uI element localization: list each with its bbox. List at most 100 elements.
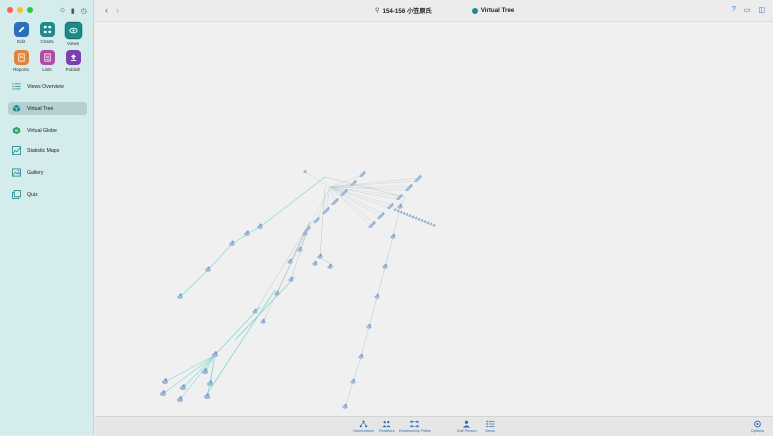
person-node[interactable] xyxy=(409,183,413,188)
forward-arrow-icon[interactable]: › xyxy=(116,5,119,15)
edit-person-button[interactable]: Edit Person xyxy=(457,420,477,433)
person-node[interactable] xyxy=(350,378,356,384)
folder-icon[interactable]: ▭ xyxy=(744,6,751,14)
person-node[interactable] xyxy=(353,179,357,184)
person-node[interactable] xyxy=(177,293,183,299)
tree-edge xyxy=(319,186,326,258)
tree-edge xyxy=(368,296,378,328)
person-node[interactable] xyxy=(203,393,211,400)
mode-reports-button[interactable]: Reports xyxy=(9,50,33,72)
mode-views-button[interactable]: Views xyxy=(61,22,85,46)
person-node[interactable] xyxy=(423,220,427,223)
person-node[interactable] xyxy=(362,170,366,175)
tree-edge xyxy=(289,221,311,263)
nav-item-label: Virtual Globe xyxy=(27,127,57,134)
person-node[interactable] xyxy=(317,253,323,259)
person-node[interactable] xyxy=(257,223,263,229)
person-node[interactable] xyxy=(274,290,280,296)
person-node[interactable] xyxy=(287,258,293,264)
person-node[interactable] xyxy=(161,378,169,385)
mode-lists-button[interactable]: Lists xyxy=(35,50,59,72)
virtual-tree-canvas[interactable] xyxy=(95,22,773,416)
views-navigation: Views Overview Virtual Tree Virtual Glob… xyxy=(8,80,87,208)
tag-icon[interactable]: ⬦ xyxy=(60,7,65,15)
person-node[interactable] xyxy=(312,260,318,266)
person-node[interactable] xyxy=(432,223,436,227)
person-node[interactable] xyxy=(260,318,266,324)
person-node[interactable] xyxy=(229,240,235,246)
nav-item-label: Virtual Tree xyxy=(27,105,54,112)
mode-charts-button[interactable]: Charts xyxy=(35,22,59,46)
person-node[interactable] xyxy=(366,323,372,329)
generations-button[interactable]: Generations xyxy=(353,420,374,433)
person-node[interactable] xyxy=(344,188,348,193)
tree-edge xyxy=(352,356,362,383)
sidebar-toggle-icon[interactable]: ◫ xyxy=(758,6,765,14)
person-node[interactable] xyxy=(420,219,424,222)
relatives-button[interactable]: Relatives xyxy=(379,420,395,433)
tree-edge xyxy=(316,186,331,221)
person-node[interactable] xyxy=(399,210,403,214)
view-icon xyxy=(471,7,478,14)
person-node[interactable] xyxy=(335,197,339,202)
person-node[interactable] xyxy=(393,208,397,211)
person-node[interactable] xyxy=(372,220,376,225)
person-node[interactable] xyxy=(382,263,388,269)
person-node[interactable] xyxy=(418,174,422,179)
person-node[interactable] xyxy=(288,276,294,282)
person-node[interactable] xyxy=(426,221,430,225)
person-node[interactable] xyxy=(414,216,418,220)
person-node[interactable] xyxy=(201,368,209,375)
person-node[interactable] xyxy=(159,390,167,397)
person-node[interactable] xyxy=(374,293,380,299)
nav-item-virtual-tree[interactable]: Virtual Tree xyxy=(8,102,87,115)
current-person-title[interactable]: 154-156 小笠原氏 xyxy=(383,6,432,15)
person-node[interactable] xyxy=(252,308,258,314)
mode-reports-label: Reports xyxy=(13,67,29,72)
person-node[interactable] xyxy=(405,213,409,216)
person-node[interactable] xyxy=(402,211,406,215)
tree-edge xyxy=(376,266,386,298)
tree-edge xyxy=(234,276,296,341)
close-window-button[interactable] xyxy=(7,7,13,13)
mode-publish-button[interactable]: Publish xyxy=(61,50,85,72)
person-node[interactable] xyxy=(408,214,412,217)
virtual-tree-3d-view[interactable] xyxy=(95,22,773,416)
nav-item-quiz[interactable]: Quiz xyxy=(8,188,87,201)
window-controls xyxy=(7,7,33,13)
relationship-paths-label: Relationship Paths xyxy=(399,429,431,433)
globe-icon xyxy=(12,126,21,135)
nav-item-statistic-maps[interactable]: Statistic Maps xyxy=(8,144,87,157)
mode-edit-button[interactable]: Edit xyxy=(9,22,33,46)
person-node[interactable] xyxy=(316,216,320,221)
views-button[interactable]: Views xyxy=(485,420,495,433)
person-node[interactable] xyxy=(205,266,211,272)
bookmark-icon[interactable]: ▮ xyxy=(71,7,75,15)
person-node[interactable] xyxy=(326,206,330,211)
person-node[interactable] xyxy=(179,384,187,391)
help-icon[interactable]: ? xyxy=(732,6,736,14)
nav-item-virtual-globe[interactable]: Virtual Globe xyxy=(8,124,87,137)
options-button[interactable]: Options xyxy=(751,420,764,433)
history-navigation: ‹ › xyxy=(105,5,119,15)
zoom-window-button[interactable] xyxy=(27,7,33,13)
window-title: ⚲ 154-156 小笠原氏 Virtual Tree xyxy=(375,6,514,15)
relationship-paths-button[interactable]: Relationship Paths xyxy=(399,420,431,433)
person-node[interactable] xyxy=(342,403,348,409)
nav-item-gallery[interactable]: Gallery xyxy=(8,166,87,179)
toolbar-right: ? ▭ ◫ xyxy=(732,6,765,14)
back-arrow-icon[interactable]: ‹ xyxy=(105,5,108,15)
person-node[interactable] xyxy=(390,233,396,239)
person-node[interactable] xyxy=(327,263,333,269)
minimize-window-button[interactable] xyxy=(17,7,23,13)
nav-item-label: Views Overview xyxy=(27,83,64,90)
history-icon[interactable]: ◷ xyxy=(81,7,87,15)
person-node[interactable] xyxy=(396,209,400,213)
tree-edge xyxy=(329,180,417,188)
person-node[interactable] xyxy=(358,353,364,359)
tree-edge xyxy=(207,243,233,271)
person-node[interactable] xyxy=(429,222,433,226)
person-node[interactable] xyxy=(411,215,415,219)
person-node[interactable] xyxy=(417,217,421,221)
nav-item-views-overview[interactable]: Views Overview xyxy=(8,80,87,93)
